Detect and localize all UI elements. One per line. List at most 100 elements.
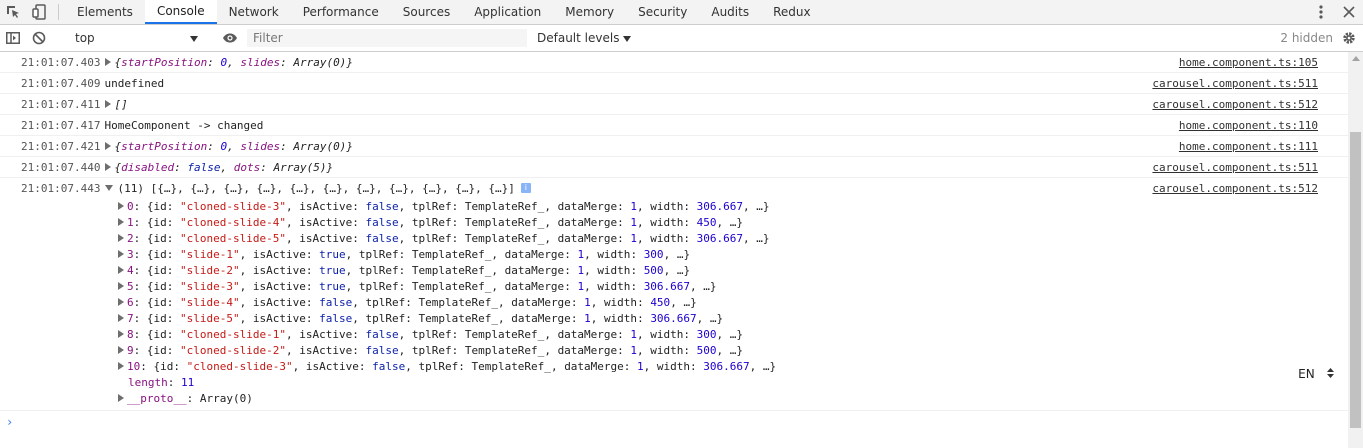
expand-triangle-icon[interactable] [118, 346, 124, 354]
item-token: … [756, 231, 763, 245]
item-token: isActive [305, 359, 359, 373]
expand-triangle-icon[interactable] [118, 362, 124, 370]
device-toolbar-icon[interactable] [26, 0, 52, 24]
array-item[interactable]: 5: {id: "slide-3", isActive: true, tplRe… [21, 278, 1348, 294]
item-token: , [345, 247, 359, 261]
tab-application[interactable]: Application [462, 0, 553, 24]
item-token: : [166, 231, 180, 245]
filter-input[interactable] [247, 29, 527, 47]
item-token: 1 [577, 263, 585, 277]
object-token: Array(0) [293, 55, 347, 69]
close-icon[interactable] [1335, 0, 1363, 24]
console-message: 21:01:07.409 undefined carousel.component.… [0, 73, 1348, 94]
live-expression-eye-icon[interactable] [217, 33, 243, 43]
log-levels-dropdown[interactable]: Default levels [537, 31, 632, 45]
inspect-element-icon[interactable] [0, 0, 26, 24]
item-token: TemplateRef_ [418, 295, 498, 309]
array-item[interactable]: 7: {id: "slide-5", isActive: false, tplR… [21, 310, 1348, 326]
array-item[interactable]: 10: {id: "cloned-slide-3", isActive: fal… [21, 358, 1348, 374]
object-token: : [280, 139, 294, 153]
source-link[interactable]: carousel.component.ts:512 [1152, 178, 1318, 198]
item-token: , [398, 231, 412, 245]
expand-triangle-icon[interactable] [118, 234, 124, 242]
source-link[interactable]: home.component.ts:105 [1179, 52, 1318, 72]
item-token: 500 [643, 263, 664, 277]
item-token: : { [140, 359, 161, 373]
item-token: : [305, 263, 320, 277]
timestamp: 21:01:07.443 [21, 181, 101, 195]
item-token: dataMerge [557, 327, 618, 341]
array-proto[interactable]: __proto__: Array(0) [21, 390, 1348, 406]
array-item[interactable]: 8: {id: "cloned-slide-1", isActive: fals… [21, 326, 1348, 342]
source-link[interactable]: home.component.ts:110 [1179, 115, 1318, 135]
item-token: , [398, 215, 412, 229]
console-prompt[interactable]: › [0, 411, 1348, 433]
item-token: dataMerge [504, 247, 565, 261]
sidebar-toggle-icon[interactable] [0, 32, 26, 44]
language-indicator[interactable]: EN [1292, 364, 1340, 384]
more-options-icon[interactable] [1307, 0, 1335, 24]
expand-triangle-icon[interactable] [118, 298, 124, 306]
array-item[interactable]: 6: {id: "slide-4", isActive: false, tplR… [21, 294, 1348, 310]
item-token: , [239, 311, 253, 325]
scrollbar-thumb[interactable] [1350, 132, 1361, 428]
item-token: : { [133, 263, 154, 277]
item-token: … [729, 215, 737, 229]
tab-console[interactable]: Console [144, 0, 217, 24]
item-token: 4 [127, 263, 134, 277]
scroll-up-arrow[interactable] [1352, 56, 1360, 61]
array-item[interactable]: 3: {id: "slide-1", isActive: true, tplRe… [21, 246, 1348, 262]
tab-security[interactable]: Security [626, 0, 699, 24]
array-item[interactable]: 1: {id: "cloned-slide-4", isActive: fals… [21, 214, 1348, 230]
tab-redux[interactable]: Redux [761, 0, 823, 24]
expand-triangle-icon[interactable] [105, 100, 112, 108]
item-token: : [630, 263, 644, 277]
source-link[interactable]: carousel.component.ts:511 [1152, 157, 1318, 177]
item-token: : [630, 279, 644, 293]
expand-triangle-icon[interactable] [118, 394, 124, 402]
gear-icon[interactable] [1339, 28, 1359, 48]
expand-triangle-icon[interactable] [118, 314, 124, 322]
expand-triangle-icon[interactable] [105, 58, 112, 66]
item-token: tplRef [358, 247, 399, 261]
array-item[interactable]: 9: {id: "cloned-slide-2", isActive: fals… [21, 342, 1348, 358]
expand-triangle-icon[interactable] [118, 282, 124, 290]
console-message-line: 21:01:07.443 (11) [{…}, {…}, {…}, {…}, {…… [21, 178, 1348, 198]
expand-triangle-icon[interactable] [118, 250, 124, 258]
console-scrollbar[interactable] [1348, 52, 1363, 448]
item-token: id [153, 247, 167, 261]
devtools-tabbar: Elements Console Network Performance Sources… [0, 0, 1363, 25]
item-token: : [305, 279, 320, 293]
tab-network[interactable]: Network [217, 0, 291, 24]
expand-triangle-icon[interactable] [118, 202, 124, 210]
item-token: } [736, 343, 744, 357]
tab-memory[interactable]: Memory [553, 0, 626, 24]
source-link[interactable]: carousel.component.ts:512 [1152, 94, 1318, 114]
expand-triangle-icon[interactable] [118, 330, 124, 338]
expand-triangle-icon[interactable] [118, 218, 124, 226]
expand-triangle-icon[interactable] [118, 266, 124, 274]
collapse-triangle-icon[interactable] [105, 185, 114, 191]
tab-audits[interactable]: Audits [699, 0, 761, 24]
tab-performance[interactable]: Performance [291, 0, 391, 24]
item-token: "slide-1" [180, 247, 240, 261]
context-selector[interactable]: top [69, 28, 204, 48]
toolbar-divider [58, 4, 59, 20]
item-token: : [451, 199, 465, 213]
array-item[interactable]: 4: {id: "slide-2", isActive: true, tplRe… [21, 262, 1348, 278]
item-token: width [650, 231, 684, 245]
item-token: 306.667 [703, 359, 750, 373]
tab-sources[interactable]: Sources [391, 0, 462, 24]
tab-elements[interactable]: Elements [65, 0, 145, 24]
array-item[interactable]: 2: {id: "cloned-slide-5", isActive: fals… [21, 230, 1348, 246]
expand-triangle-icon[interactable] [105, 142, 112, 150]
item-token: "slide-4" [180, 295, 240, 309]
expand-triangle-icon[interactable] [105, 163, 112, 171]
source-link[interactable]: carousel.component.ts:511 [1152, 73, 1318, 93]
item-token: : [451, 327, 465, 341]
item-token: tplRef [411, 327, 452, 341]
array-item[interactable]: 0: {id: "cloned-slide-3", isActive: fals… [21, 198, 1348, 214]
source-link[interactable]: home.component.ts:111 [1179, 136, 1318, 156]
item-token: , [743, 231, 757, 245]
clear-console-icon[interactable] [26, 31, 52, 45]
